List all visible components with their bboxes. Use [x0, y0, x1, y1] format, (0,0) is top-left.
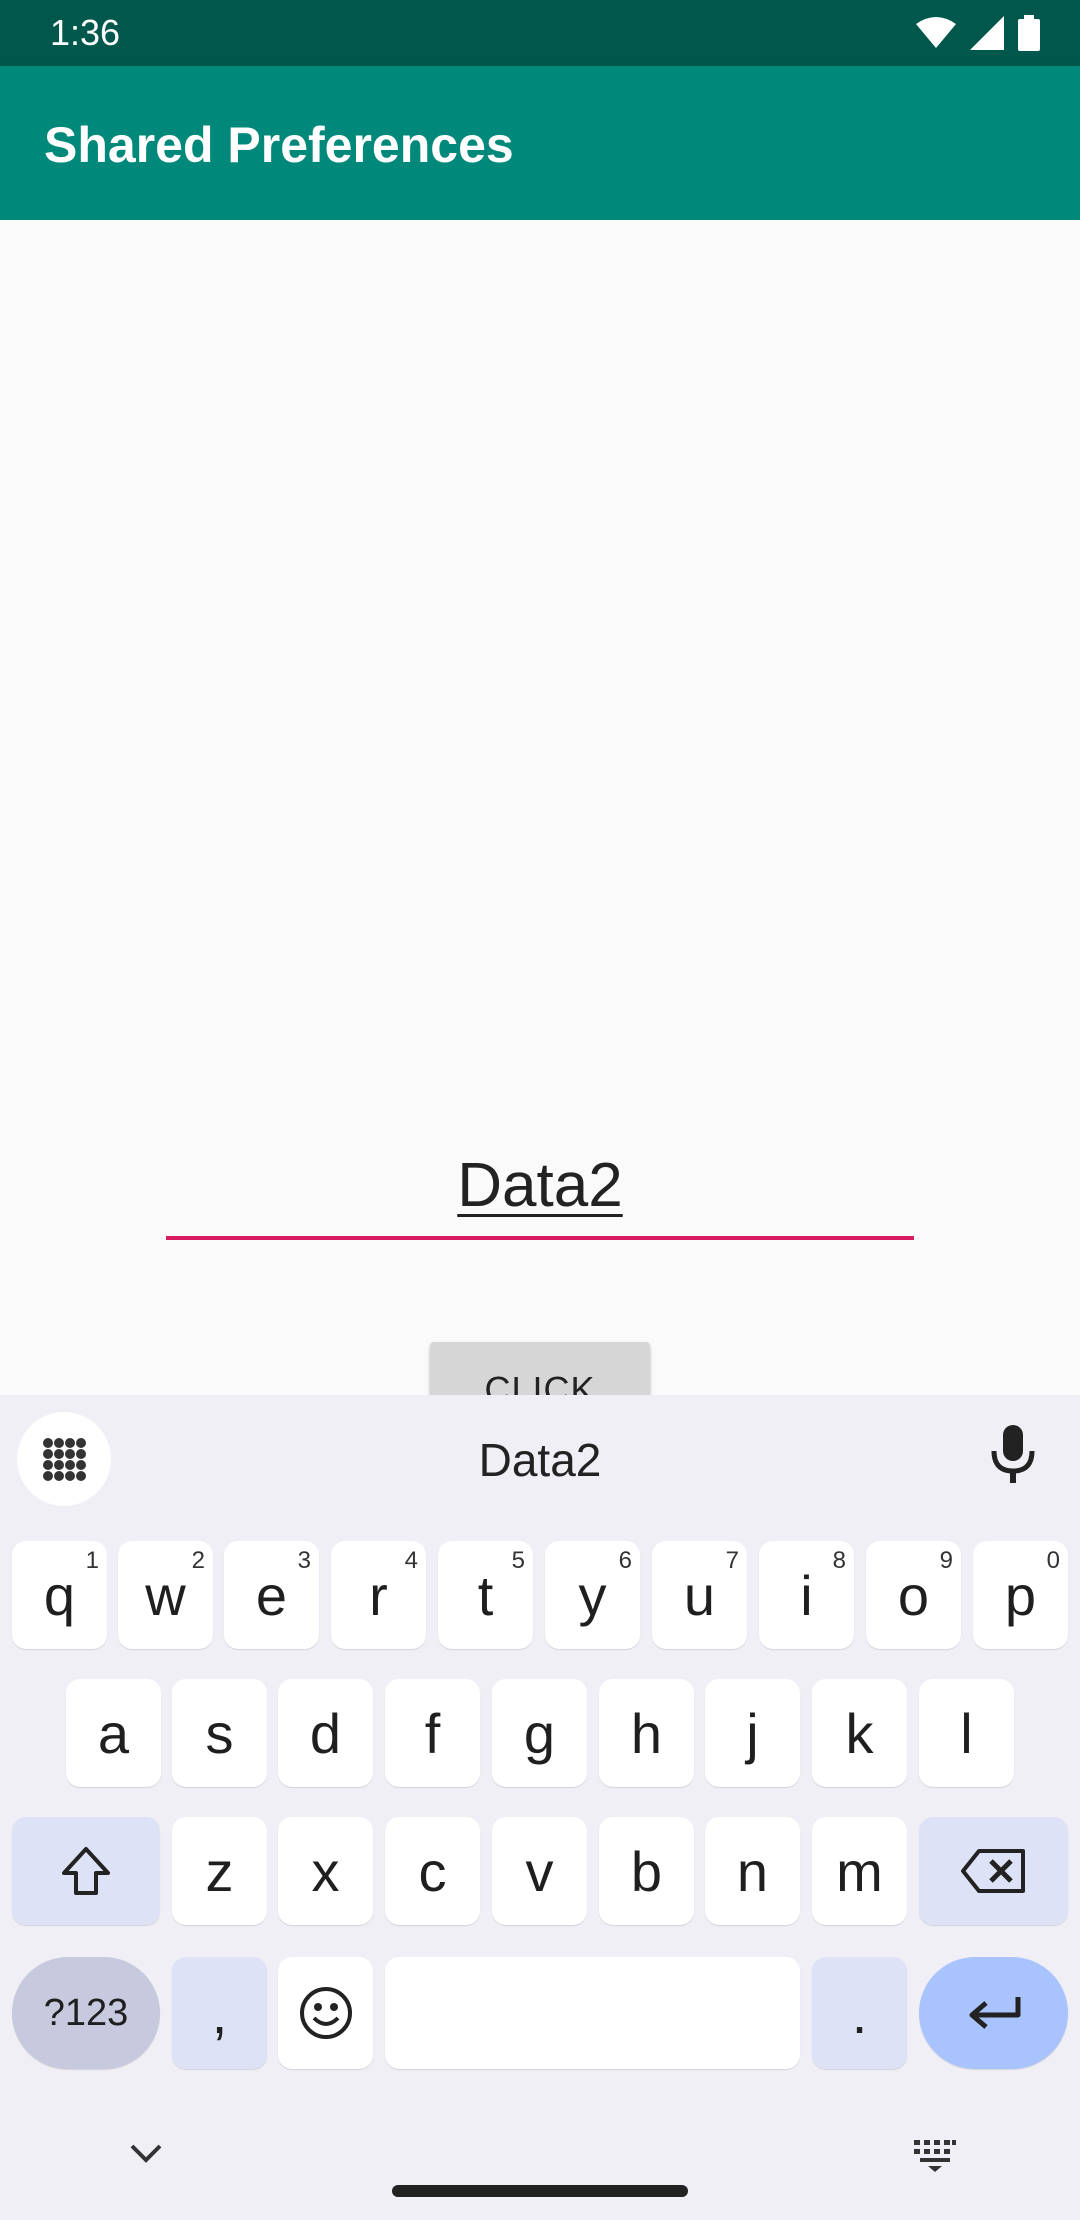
key-label: o — [897, 1563, 930, 1627]
key-label: t — [477, 1563, 494, 1627]
key-i[interactable]: i8 — [759, 1541, 854, 1649]
wifi-icon — [916, 17, 956, 48]
key-hint: 7 — [725, 1547, 739, 1574]
key-hint: 1 — [85, 1547, 99, 1574]
key-n[interactable]: n — [705, 1817, 800, 1925]
key-t[interactable]: t5 — [438, 1541, 533, 1649]
key-hint: 4 — [404, 1547, 418, 1574]
enter-icon — [969, 1997, 1020, 2029]
key-h[interactable]: h — [599, 1679, 694, 1787]
key-label: u — [683, 1563, 716, 1627]
key-label: p — [1004, 1563, 1037, 1627]
key-r[interactable]: r4 — [331, 1541, 426, 1649]
key-label: r — [369, 1563, 388, 1627]
shift-icon — [62, 1847, 110, 1895]
key-y[interactable]: y6 — [545, 1541, 640, 1649]
key-hint: 0 — [1046, 1547, 1060, 1574]
period-key[interactable]: . — [812, 1957, 907, 2069]
key-hint: 6 — [618, 1547, 632, 1574]
key-v[interactable]: v — [492, 1817, 587, 1925]
key-u[interactable]: u7 — [652, 1541, 747, 1649]
key-d[interactable]: d — [278, 1679, 373, 1787]
key-label: w — [145, 1563, 186, 1627]
key-hint: 8 — [832, 1547, 846, 1574]
app-bar: Shared Preferences — [0, 66, 1080, 220]
key-k[interactable]: k — [812, 1679, 907, 1787]
signal-icon — [970, 16, 1004, 50]
home-handle[interactable] — [392, 2185, 688, 2197]
key-label: q — [43, 1563, 76, 1627]
key-label: e — [255, 1563, 288, 1627]
key-hint: 2 — [191, 1547, 205, 1574]
key-hint: 5 — [511, 1547, 525, 1574]
key-c[interactable]: c — [385, 1817, 480, 1925]
navigation-bar — [0, 2120, 1080, 2220]
key-z[interactable]: z — [172, 1817, 267, 1925]
key-g[interactable]: g — [492, 1679, 587, 1787]
key-m[interactable]: m — [812, 1817, 907, 1925]
key-label: y — [578, 1563, 607, 1627]
chevron-down-icon[interactable] — [128, 2142, 164, 2166]
data-edit-text[interactable]: Data2 — [166, 1130, 914, 1240]
key-x[interactable]: x — [278, 1817, 373, 1925]
app-title: Shared Preferences — [44, 117, 514, 173]
emoji-icon — [299, 1987, 352, 2039]
key-q[interactable]: q1 — [12, 1541, 107, 1649]
key-e[interactable]: e3 — [224, 1541, 319, 1649]
enter-key[interactable] — [919, 1957, 1068, 2069]
suggestion-strip: Data2 — [0, 1395, 1080, 1525]
key-b[interactable]: b — [599, 1817, 694, 1925]
microphone-icon[interactable] — [990, 1425, 1036, 1485]
key-j[interactable]: j — [705, 1679, 800, 1787]
key-l[interactable]: l — [919, 1679, 1014, 1787]
symbols-key[interactable]: ?123 — [12, 1957, 160, 2069]
key-label: i — [800, 1563, 813, 1627]
emoji-key[interactable] — [278, 1957, 373, 2069]
key-f[interactable]: f — [385, 1679, 480, 1787]
key-a[interactable]: a — [66, 1679, 161, 1787]
status-time: 1:36 — [50, 12, 121, 53]
backspace-icon — [960, 1849, 1025, 1893]
backspace-key[interactable] — [919, 1817, 1068, 1925]
suggestion-word[interactable]: Data2 — [0, 1433, 1080, 1487]
keyboard-switch-icon[interactable] — [912, 2138, 958, 2174]
key-hint: 9 — [939, 1547, 953, 1574]
status-bar: 1:36 — [0, 0, 1080, 66]
edit-text-value[interactable]: Data2 — [166, 1150, 914, 1221]
space-key[interactable] — [385, 1957, 800, 2069]
key-w[interactable]: w2 — [118, 1541, 213, 1649]
comma-key[interactable]: , — [172, 1957, 267, 2069]
key-o[interactable]: o9 — [866, 1541, 961, 1649]
shift-key[interactable] — [12, 1817, 160, 1925]
battery-icon — [1018, 15, 1040, 51]
key-hint: 3 — [297, 1547, 311, 1574]
edit-text-underline — [166, 1236, 914, 1240]
key-s[interactable]: s — [172, 1679, 267, 1787]
status-icons — [916, 14, 1040, 52]
key-p[interactable]: p0 — [973, 1541, 1068, 1649]
soft-keyboard: Data2 q1 w2 e3 r4 t5 y6 u7 i8 o9 p0 a s … — [0, 1395, 1080, 2220]
